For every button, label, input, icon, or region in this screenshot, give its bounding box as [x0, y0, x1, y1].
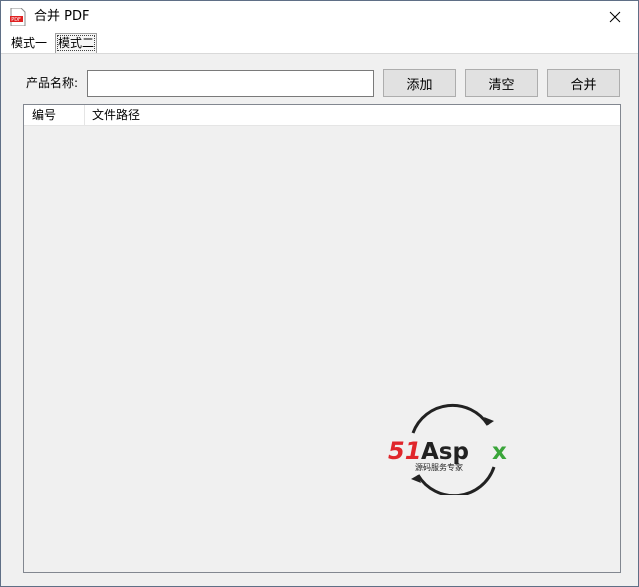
mode-two-panel: 产品名称: 添加 清空 合并 编号 文件路径 51 Asp x 源码服务专家	[1, 54, 638, 586]
close-icon	[609, 11, 621, 23]
svg-text:PDF: PDF	[11, 17, 21, 23]
add-button[interactable]: 添加	[383, 69, 456, 97]
merge-pdf-window: PDF 合并 PDF 模式一 模式二 产品名称: 添加 清空 合并 编号 文件路…	[0, 0, 639, 587]
tab-mode-two[interactable]: 模式二	[55, 33, 98, 53]
svg-text:51: 51	[388, 437, 421, 465]
brand-logo: 51 Asp x 源码服务专家	[388, 403, 507, 495]
clear-button[interactable]: 清空	[465, 69, 538, 97]
title-bar: PDF 合并 PDF	[1, 1, 638, 33]
column-divider[interactable]	[84, 105, 85, 125]
window-title: 合并 PDF	[34, 9, 90, 24]
list-header: 编号 文件路径	[24, 105, 620, 126]
tab-mode-one[interactable]: 模式一	[9, 35, 49, 51]
pdf-file-icon: PDF	[10, 8, 26, 26]
close-button[interactable]	[592, 1, 638, 33]
column-header-number[interactable]: 编号	[32, 105, 56, 125]
product-name-label: 产品名称:	[26, 76, 79, 90]
svg-text:x: x	[492, 439, 507, 465]
mode-tabs: 模式一 模式二	[1, 33, 638, 54]
svg-text:Asp: Asp	[421, 439, 469, 465]
product-name-input[interactable]	[87, 70, 374, 97]
merge-button[interactable]: 合并	[547, 69, 620, 97]
column-header-file-path[interactable]: 文件路径	[92, 105, 140, 125]
file-list[interactable]: 编号 文件路径 51 Asp x 源码服务专家	[23, 104, 621, 573]
svg-text:源码服务专家: 源码服务专家	[415, 462, 463, 472]
